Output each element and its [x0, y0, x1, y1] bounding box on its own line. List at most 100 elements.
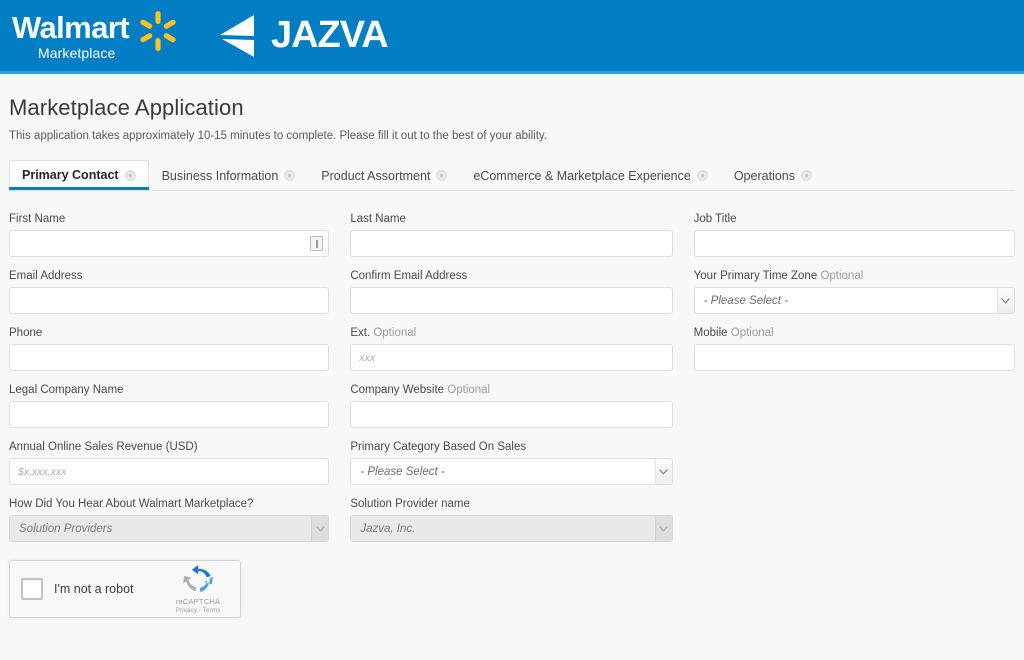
input-wrapper [350, 230, 673, 257]
field-label-text: Your Primary Time Zone [693, 270, 818, 282]
input-wrapper [693, 344, 1015, 371]
input-first-name[interactable] [9, 230, 330, 257]
tab-label: Primary Contact [22, 168, 119, 182]
tab-operations[interactable]: Operations [721, 160, 825, 190]
field-label: Phone [9, 327, 329, 339]
field-label: Annual Online Sales Revenue (USD) [9, 441, 329, 453]
tab-bar: Primary Contact Business Information Produ… [9, 160, 1015, 191]
form-field-ext: Ext. Optional [350, 327, 673, 371]
field-label-text: Mobile [693, 327, 728, 339]
field-label: Job Title [694, 213, 1015, 225]
walmart-marketplace-logo: Walmart Marketplace [12, 9, 180, 63]
field-label-text: Last Name [350, 213, 406, 225]
input-email-address[interactable] [9, 287, 330, 314]
tab-status-circle-icon [800, 170, 812, 181]
chevron-down-icon [654, 459, 672, 484]
tab-primary-contact[interactable]: Primary Contact [9, 160, 149, 190]
input-wrapper [9, 401, 330, 428]
tab-status-circle-icon [696, 170, 708, 181]
field-label: Primary Category Based On Sales [350, 441, 672, 453]
form-field-solution-provider-name: Solution Provider name Jazva, Inc. [350, 498, 673, 542]
input-ext[interactable] [350, 344, 673, 371]
field-label: Mobile Optional [694, 327, 1015, 339]
input-annual-online-sales-revenue-usd[interactable] [9, 458, 330, 485]
input-mobile[interactable] [693, 344, 1015, 371]
field-label: Confirm Email Address [350, 270, 672, 282]
recaptcha-legal-links[interactable]: Privacy - Terms [176, 607, 221, 614]
field-label-text: Phone [9, 327, 43, 339]
field-label: Company Website Optional [350, 384, 672, 396]
tab-business-information[interactable]: Business Information [149, 160, 309, 190]
recaptcha-label: I'm not a robot [54, 582, 134, 596]
form-field-annual-online-sales-revenue-usd: Annual Online Sales Revenue (USD) [9, 441, 330, 485]
form-field-company-website: Company Website Optional [350, 384, 673, 428]
input-wrapper [9, 458, 330, 485]
page-title: Marketplace Application [9, 95, 244, 120]
jazva-wordmark: JAZVA [270, 14, 389, 56]
walmart-spark-icon [140, 10, 176, 51]
form-field-first-name: First Name [9, 213, 330, 257]
input-wrapper [350, 287, 673, 314]
form-field-mobile: Mobile Optional [693, 327, 1015, 371]
recaptcha-logo-icon [183, 564, 213, 592]
tab-label: Product Assortment [321, 168, 431, 183]
select-your-primary-time-zone[interactable]: - Please Select - [693, 287, 1015, 314]
field-label: First Name [9, 213, 329, 225]
input-wrapper [9, 230, 330, 257]
input-wrapper [9, 287, 330, 314]
form-field-job-title: Job Title [693, 213, 1015, 257]
tab-status-circle-icon [436, 170, 448, 181]
input-confirm-email-address[interactable] [350, 287, 673, 314]
chevron-down-icon [996, 288, 1014, 313]
field-label: Email Address [9, 270, 329, 282]
field-label-text: Legal Company Name [9, 384, 124, 396]
input-job-title[interactable] [693, 230, 1015, 257]
field-label-text: Company Website [350, 384, 445, 396]
autofill-contact-card-icon[interactable] [310, 236, 324, 251]
input-wrapper [350, 344, 673, 371]
input-wrapper [693, 230, 1015, 257]
walmart-marketplace-subtitle: Marketplace [38, 44, 116, 61]
app-header: Walmart Marketplace JAZVA [0, 0, 1024, 74]
field-label-text: Job Title [693, 213, 737, 225]
field-label: Legal Company Name [9, 384, 329, 396]
field-label-text: Primary Category Based On Sales [350, 441, 527, 453]
field-label: Ext. Optional [350, 327, 672, 339]
field-label: Last Name [350, 213, 672, 225]
select-how-did-you-hear-about-walmart-marketplace: Solution Providers [9, 515, 330, 542]
input-last-name[interactable] [350, 230, 673, 257]
form-row: Annual Online Sales Revenue (USD) Primary… [9, 441, 1015, 485]
input-phone[interactable] [9, 344, 330, 371]
input-legal-company-name[interactable] [9, 401, 330, 428]
tab-product-assortment[interactable]: Product Assortment [308, 160, 460, 190]
input-company-website[interactable] [350, 401, 673, 428]
form-field-primary-category-based-on-sales: Primary Category Based On Sales - Please … [350, 441, 673, 485]
form-field-your-primary-time-zone: Your Primary Time Zone Optional - Please … [693, 270, 1015, 314]
tab-ecommerce-marketplace-experience[interactable]: eCommerce & Marketplace Experience [460, 160, 720, 190]
recaptcha-brand-name: reCAPTCHA [175, 596, 221, 606]
input-wrapper [350, 401, 673, 428]
tab-status-circle-icon [124, 169, 136, 181]
field-label-text: Annual Online Sales Revenue (USD) [9, 441, 198, 453]
form-field-how-did-you-hear-about-walmart-marketplace: How Did You Hear About Walmart Marketpla… [9, 498, 330, 542]
select-primary-category-based-on-sales[interactable]: - Please Select - [350, 458, 673, 485]
form-row: First Name Last Name Job Title [9, 213, 1015, 257]
recaptcha-widget[interactable]: I'm not a robot reCAPTCHA Privacy - Term… [9, 560, 241, 618]
form-field-phone: Phone [9, 327, 330, 371]
field-label: How Did You Hear About Walmart Marketpla… [9, 498, 329, 510]
field-label-text: Email Address [9, 270, 83, 282]
form-row: Legal Company Name Company Website Option… [9, 384, 1015, 428]
form-field-spacer [694, 498, 1015, 542]
select-selected-value: - Please Select - [694, 288, 997, 313]
tab-label: eCommerce & Marketplace Experience [473, 168, 691, 183]
field-optional-tag: Optional [373, 327, 417, 339]
tab-status-circle-icon [284, 170, 296, 181]
field-optional-tag: Optional [820, 270, 864, 282]
form-field-spacer [694, 384, 1015, 428]
select-selected-value: Jazva, Inc. [351, 516, 655, 541]
jazva-triangle-icon [219, 14, 254, 57]
page-subtitle: This application takes approximately 10-… [9, 130, 548, 142]
recaptcha-checkbox[interactable] [21, 578, 43, 600]
chevron-down-icon [311, 516, 329, 541]
logo-group: Walmart Marketplace JAZVA [0, 9, 389, 63]
